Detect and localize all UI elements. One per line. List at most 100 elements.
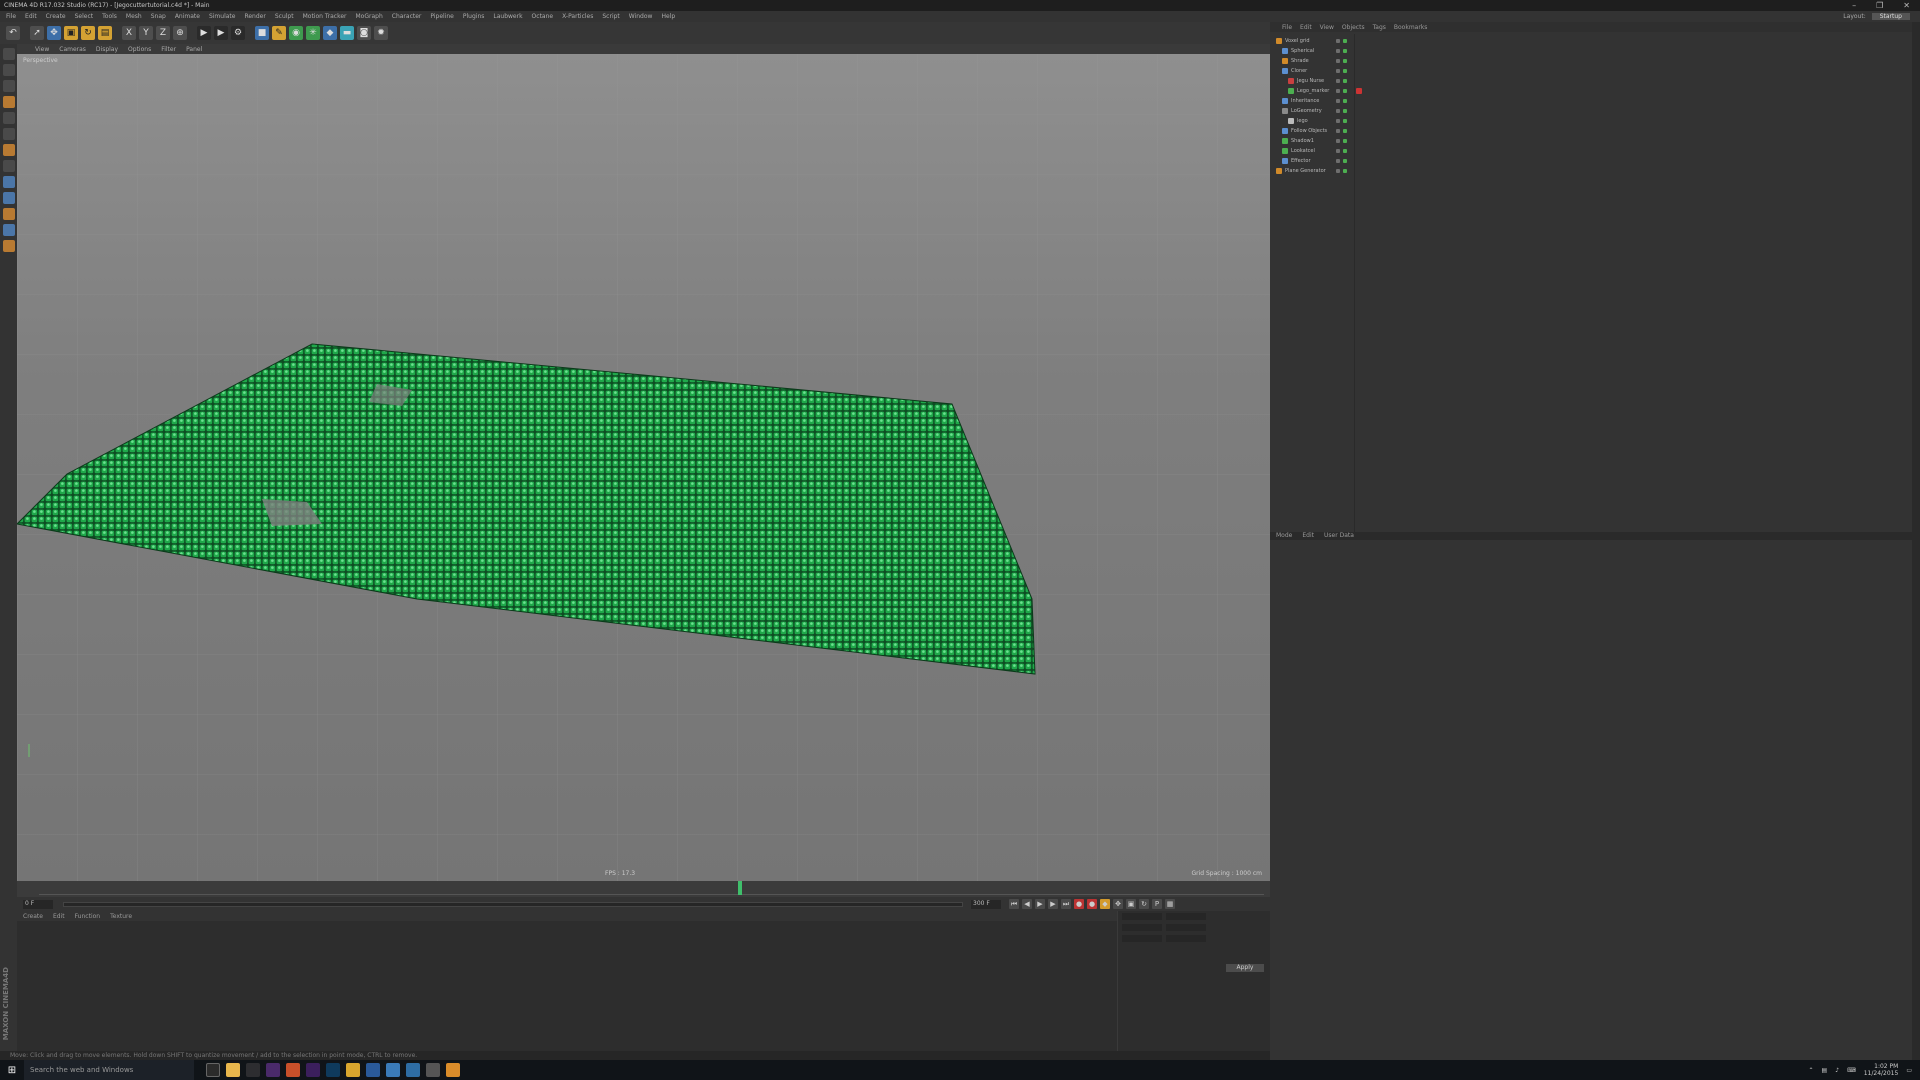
visibility-flags[interactable] bbox=[1336, 89, 1347, 93]
object-row[interactable]: Cloner bbox=[1270, 66, 1910, 76]
object-row[interactable]: Jegu Nurse bbox=[1270, 76, 1910, 86]
panel-divider[interactable] bbox=[1270, 532, 1920, 540]
menu-help[interactable]: Help bbox=[661, 13, 675, 20]
start-frame-field[interactable]: 0 F bbox=[23, 899, 53, 909]
live-selection-icon[interactable]: ➚ bbox=[30, 26, 44, 40]
autokey-icon[interactable]: ● bbox=[1087, 899, 1097, 909]
undo-icon[interactable]: ↶ bbox=[6, 26, 20, 40]
enable-axis-icon[interactable] bbox=[2, 160, 15, 172]
size-z-field[interactable] bbox=[1166, 935, 1206, 942]
browser-icon[interactable] bbox=[386, 1063, 400, 1077]
vlc-icon[interactable] bbox=[446, 1063, 460, 1077]
menu-create[interactable]: Create bbox=[46, 13, 66, 20]
size-y-field[interactable] bbox=[1166, 924, 1206, 931]
scale-icon[interactable]: ▣ bbox=[64, 26, 78, 40]
menu-octane[interactable]: Octane bbox=[532, 13, 554, 20]
viewport-menu-view[interactable]: View bbox=[35, 46, 49, 53]
menu-tools[interactable]: Tools bbox=[102, 13, 117, 20]
object-row[interactable]: Shrade bbox=[1270, 56, 1910, 66]
visibility-flags[interactable] bbox=[1336, 39, 1347, 43]
play-icon[interactable]: ▶ bbox=[1035, 899, 1045, 909]
om-menu-view[interactable]: View bbox=[1320, 24, 1334, 31]
notifications-icon[interactable]: ▭ bbox=[1906, 1067, 1912, 1074]
menu-simulate[interactable]: Simulate bbox=[209, 13, 236, 20]
store-icon[interactable] bbox=[246, 1063, 260, 1077]
object-row[interactable]: Spherical bbox=[1270, 46, 1910, 56]
menu-render[interactable]: Render bbox=[244, 13, 265, 20]
deformer-icon[interactable]: ◆ bbox=[323, 26, 337, 40]
previous-key-icon[interactable]: ◀ bbox=[1022, 899, 1032, 909]
om-menu-tags[interactable]: Tags bbox=[1373, 24, 1386, 31]
menu-snap[interactable]: Snap bbox=[151, 13, 166, 20]
task-view-icon[interactable] bbox=[206, 1063, 220, 1077]
om-menu-file[interactable]: File bbox=[1282, 24, 1292, 31]
after-effects-icon[interactable] bbox=[266, 1063, 280, 1077]
recent-tool-icon[interactable]: ▤ bbox=[98, 26, 112, 40]
viewport-menu-display[interactable]: Display bbox=[96, 46, 118, 53]
edges-mode-icon[interactable] bbox=[2, 128, 15, 140]
menu-pipeline[interactable]: Pipeline bbox=[430, 13, 453, 20]
illustrator-icon[interactable] bbox=[286, 1063, 300, 1077]
material-menu-create[interactable]: Create bbox=[23, 913, 43, 920]
maximize-button[interactable]: ❐ bbox=[1876, 1, 1883, 10]
camera-icon[interactable]: ◙ bbox=[357, 26, 371, 40]
workplane-icon[interactable] bbox=[2, 96, 15, 108]
menu-laubwerk[interactable]: Laubwerk bbox=[493, 13, 522, 20]
cube-icon[interactable]: ■ bbox=[255, 26, 269, 40]
pen-icon[interactable]: ✎ bbox=[272, 26, 286, 40]
make-editable-icon[interactable] bbox=[2, 48, 15, 60]
dock-scrollbar[interactable] bbox=[1912, 22, 1920, 1060]
render-settings-icon[interactable]: ⚙ bbox=[231, 26, 245, 40]
visibility-flags[interactable] bbox=[1336, 169, 1347, 173]
points-mode-icon[interactable] bbox=[2, 112, 15, 124]
am-menu-user-data[interactable]: User Data bbox=[1324, 532, 1354, 539]
terminal-icon[interactable] bbox=[426, 1063, 440, 1077]
object-row[interactable]: Inheritance bbox=[1270, 96, 1910, 106]
taskbar-search-input[interactable]: Search the web and Windows bbox=[24, 1060, 194, 1080]
taskbar-clock[interactable]: 1:02 PM 11/24/2015 bbox=[1864, 1063, 1899, 1077]
menu-mesh[interactable]: Mesh bbox=[126, 13, 142, 20]
apply-button[interactable]: Apply bbox=[1226, 964, 1264, 972]
menu-script[interactable]: Script bbox=[602, 13, 619, 20]
visibility-flags[interactable] bbox=[1336, 109, 1347, 113]
polygons-mode-icon[interactable] bbox=[2, 144, 15, 156]
premiere-icon[interactable] bbox=[306, 1063, 320, 1077]
locked-workplane-icon[interactable] bbox=[2, 224, 15, 236]
visibility-flags[interactable] bbox=[1336, 159, 1347, 163]
keyboard-icon[interactable]: ⌨ bbox=[1847, 1067, 1856, 1074]
go-to-end-icon[interactable]: ⏭ bbox=[1061, 899, 1071, 909]
rotation-key-icon[interactable]: ↻ bbox=[1139, 899, 1149, 909]
x-axis-lock-icon[interactable]: X bbox=[122, 26, 136, 40]
planar-workplane-icon[interactable] bbox=[2, 240, 15, 252]
object-row[interactable]: Lego_marker bbox=[1270, 86, 1910, 96]
viewport-menu-cameras[interactable]: Cameras bbox=[59, 46, 86, 53]
menu-x-particles[interactable]: X-Particles bbox=[562, 13, 593, 20]
network-icon[interactable]: ▤ bbox=[1822, 1067, 1828, 1074]
frame-ruler[interactable] bbox=[39, 883, 1264, 895]
size-x-field[interactable] bbox=[1166, 913, 1206, 920]
material-menu-function[interactable]: Function bbox=[75, 913, 101, 920]
menu-plugins[interactable]: Plugins bbox=[463, 13, 485, 20]
object-row[interactable]: lego bbox=[1270, 116, 1910, 126]
material-tag-icon[interactable] bbox=[1356, 88, 1362, 94]
tray-expand-icon[interactable]: ⌃ bbox=[1809, 1067, 1814, 1074]
skype-icon[interactable] bbox=[406, 1063, 420, 1077]
floor-icon[interactable]: ▬ bbox=[340, 26, 354, 40]
y-axis-lock-icon[interactable]: Y bbox=[139, 26, 153, 40]
visibility-flags[interactable] bbox=[1336, 149, 1347, 153]
cinema4d-icon[interactable] bbox=[366, 1063, 380, 1077]
material-menu-edit[interactable]: Edit bbox=[53, 913, 65, 920]
perspective-viewport[interactable]: Perspective FPS : 17.3 Grid Spacing : 10… bbox=[17, 54, 1270, 881]
z-axis-lock-icon[interactable]: Z bbox=[156, 26, 170, 40]
viewport-menu-panel[interactable]: Panel bbox=[186, 46, 202, 53]
menu-character[interactable]: Character bbox=[392, 13, 422, 20]
record-icon[interactable]: ● bbox=[1074, 899, 1084, 909]
menu-window[interactable]: Window bbox=[629, 13, 653, 20]
tweak-icon[interactable] bbox=[2, 176, 15, 188]
timeline-layout-icon[interactable]: ▦ bbox=[1165, 899, 1175, 909]
preview-range-slider[interactable] bbox=[63, 901, 963, 907]
menu-edit[interactable]: Edit bbox=[25, 13, 37, 20]
model-mode-icon[interactable] bbox=[2, 64, 15, 76]
coordinate-system-icon[interactable]: ⊕ bbox=[173, 26, 187, 40]
visibility-flags[interactable] bbox=[1336, 79, 1347, 83]
